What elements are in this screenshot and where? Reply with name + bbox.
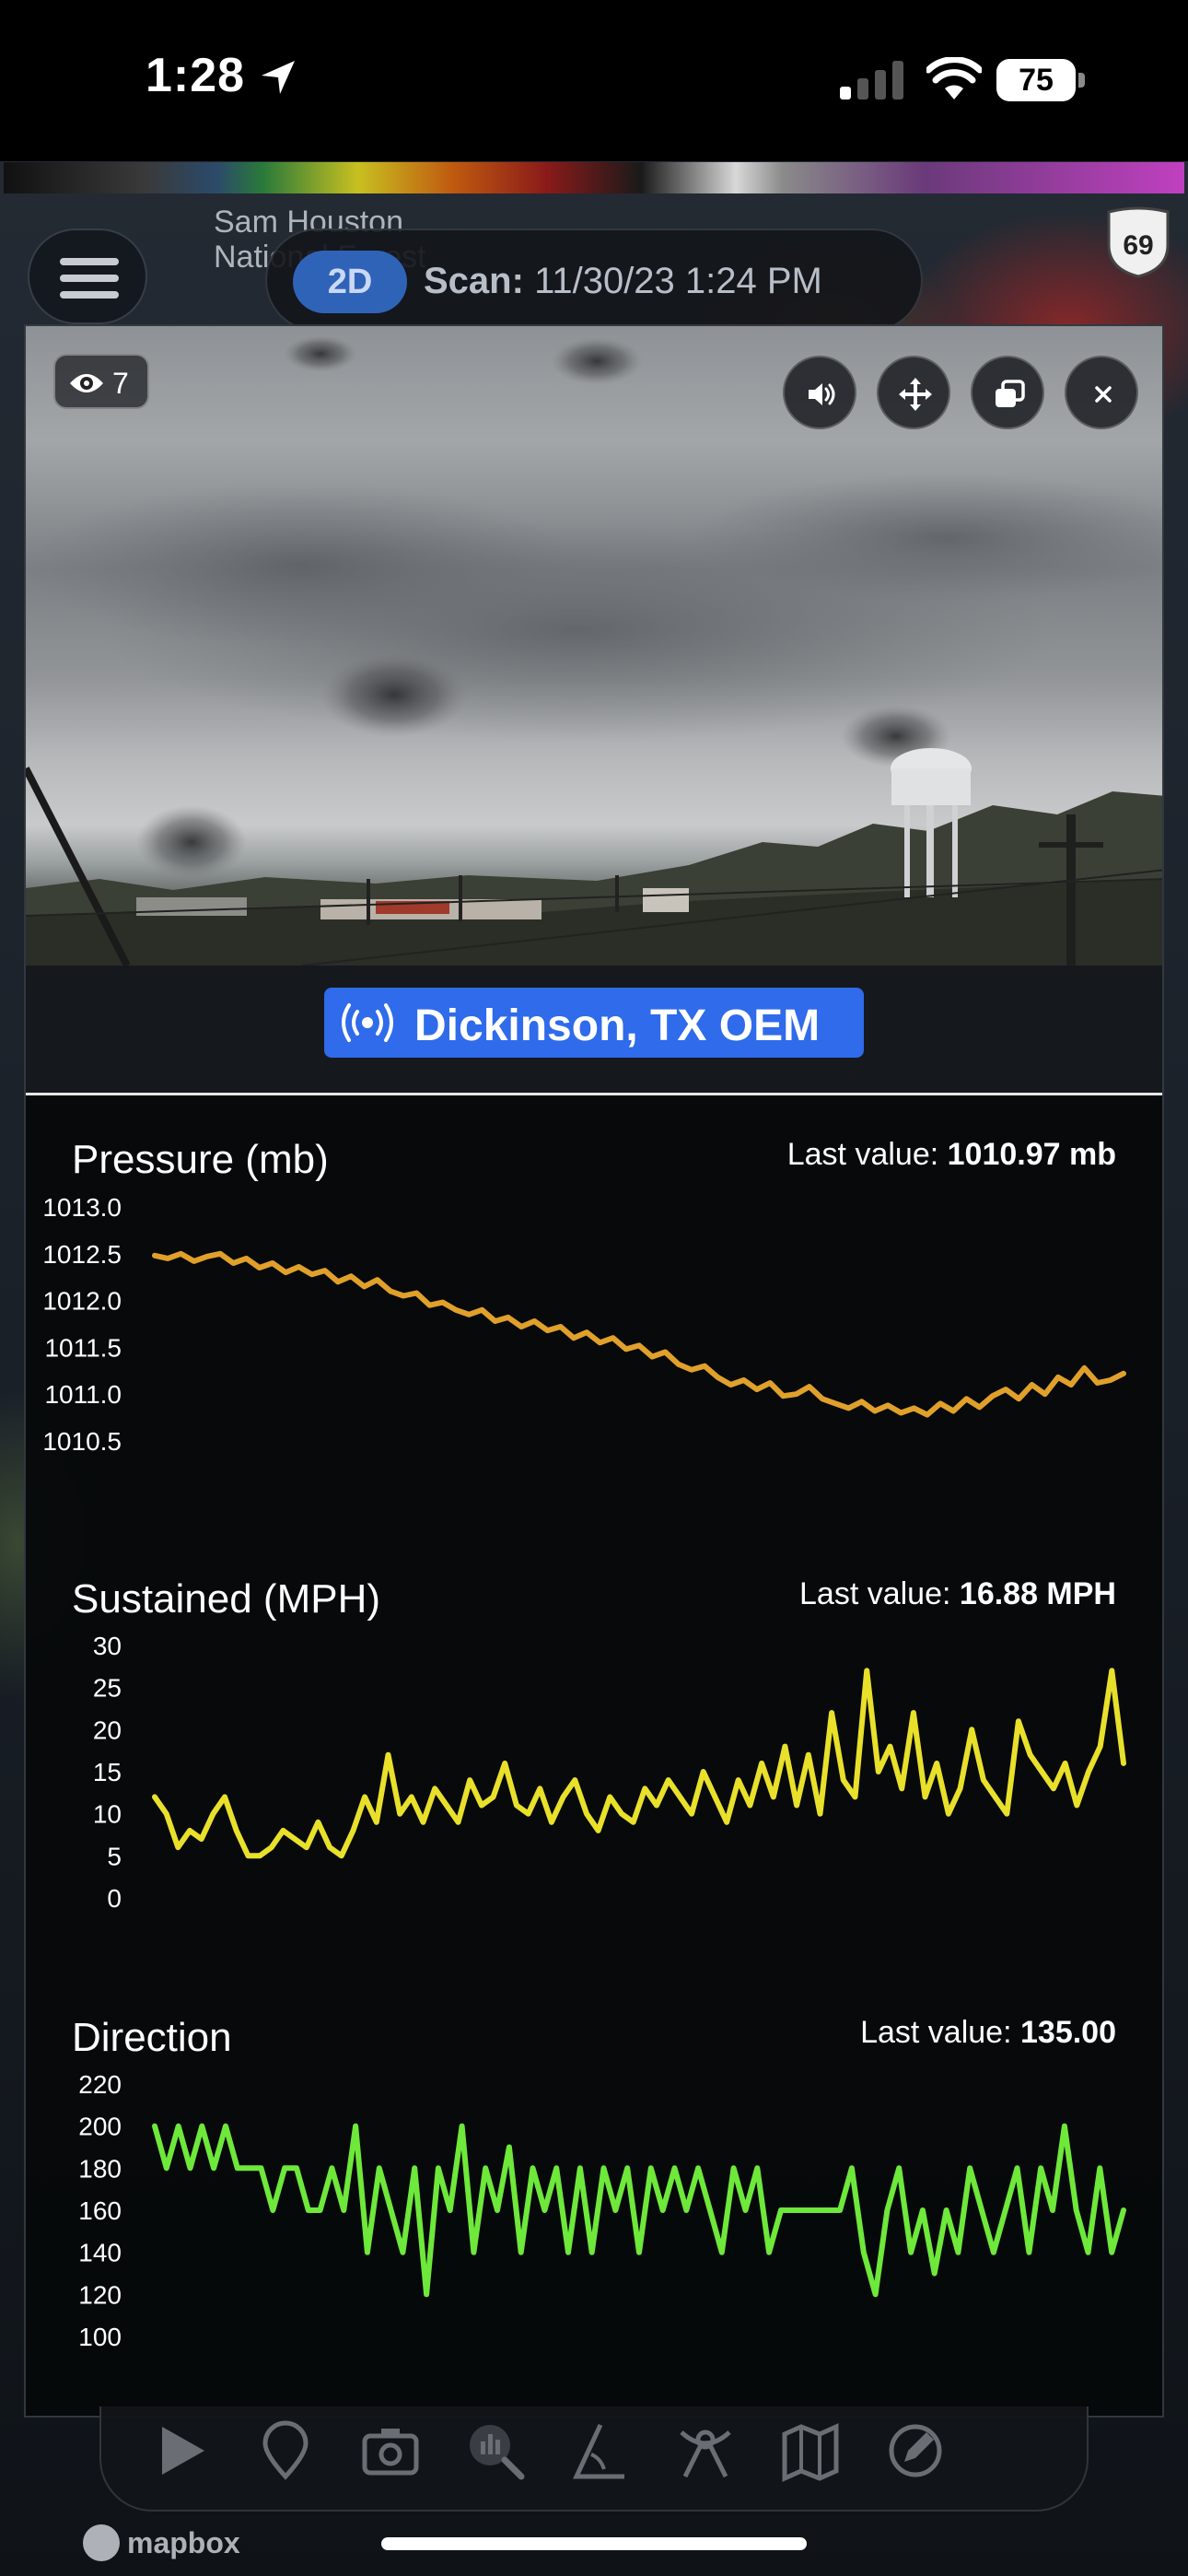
play-icon[interactable]	[147, 2418, 214, 2484]
edit-icon[interactable]	[882, 2418, 949, 2484]
close-icon	[1095, 386, 1112, 403]
y-tick-label: 180	[78, 2154, 122, 2183]
station-header: Dickinson, TX OEM	[26, 966, 1162, 1095]
pressure-last-number: 1010.97 mb	[947, 1137, 1116, 1172]
series-line	[152, 1668, 1126, 1859]
y-tick-label: 140	[78, 2239, 122, 2267]
battery-indicator: 75	[996, 59, 1085, 101]
y-tick-label: 1011.0	[44, 1380, 122, 1409]
location-pin-icon[interactable]	[252, 2418, 319, 2484]
y-tick-label: 10	[93, 1800, 122, 1829]
viewer-count: 7	[112, 367, 129, 400]
radar-color-legend	[4, 162, 1184, 193]
station-name: Dickinson, TX OEM	[414, 1001, 821, 1050]
sustained-wind-chart: 30 25 20 15 10 5 0	[93, 1632, 1126, 1913]
route-shield-icon: 69	[1107, 206, 1170, 278]
route-number: 69	[1123, 230, 1153, 261]
satellite-icon[interactable]	[672, 2418, 739, 2484]
pip-button[interactable]	[971, 356, 1044, 429]
status-time: 1:28	[146, 49, 246, 102]
scan-datetime: 11/30/23 1:24 PM	[534, 261, 822, 301]
y-tick-label: 1010.5	[42, 1427, 122, 1456]
y-tick-label: 25	[93, 1674, 122, 1703]
status-bar: 1:28 75	[0, 0, 1188, 161]
sustained-last-number: 16.88 MPH	[959, 1576, 1116, 1611]
y-tick-label: 200	[78, 2113, 122, 2141]
chart-search-icon[interactable]	[462, 2418, 529, 2484]
series-line	[152, 1250, 1126, 1418]
wind-direction-chart: 220 200 180 160 140 120 100	[78, 2070, 1126, 2351]
battery-tip	[1078, 73, 1085, 88]
cellular-signal-icon	[840, 61, 903, 100]
y-tick-label: 20	[93, 1715, 122, 1744]
y-tick-label: 0	[107, 1884, 122, 1913]
close-button[interactable]	[1065, 356, 1138, 429]
mapbox-logo[interactable]: mapbox	[83, 2524, 295, 2561]
map-icon[interactable]	[777, 2418, 844, 2484]
pressure-last-value: Last value: 1010.97 mb	[787, 1137, 1116, 1173]
viewer-count-badge: 7	[53, 354, 149, 409]
y-tick-label: 220	[78, 2070, 122, 2099]
sustained-last-label: Last value:	[799, 1576, 951, 1611]
station-popup: 7 Dickinson, TX OEM Pressure (mb) Last v…	[24, 324, 1164, 2418]
mapbox-icon	[83, 2524, 120, 2561]
mapbox-text: mapbox	[127, 2526, 240, 2559]
station-badge[interactable]: Dickinson, TX OEM	[324, 988, 864, 1058]
battery-level: 75	[996, 59, 1076, 101]
y-tick-label: 1012.5	[42, 1240, 122, 1269]
copy-window-icon	[996, 380, 1025, 407]
y-tick-label: 120	[78, 2280, 122, 2309]
move-button[interactable]	[877, 356, 950, 429]
y-tick-label: 160	[78, 2196, 122, 2225]
sustained-last-value: Last value: 16.88 MPH	[799, 1576, 1116, 1612]
direction-last-value: Last value: 135.00	[860, 2015, 1116, 2051]
broadcast-icon	[342, 1003, 393, 1042]
measure-icon[interactable]	[567, 2418, 634, 2484]
scan-time-pill[interactable]: 2D Scan: 11/30/23 1:24 PM	[265, 228, 923, 332]
pressure-last-label: Last value:	[786, 1137, 939, 1172]
y-tick-label: 15	[93, 1758, 122, 1786]
y-tick-label: 30	[93, 1632, 122, 1660]
menu-icon-bar	[60, 258, 119, 265]
series-line	[152, 2123, 1126, 2298]
sound-button[interactable]	[783, 356, 856, 429]
move-arrows-icon	[899, 378, 932, 411]
direction-chart-title: Direction	[72, 2015, 232, 2060]
home-indicator	[381, 2537, 807, 2550]
bottom-toolbar	[99, 2406, 1089, 2512]
sustained-chart-title: Sustained (MPH)	[72, 1576, 381, 1622]
scan-label: Scan:	[424, 261, 524, 301]
webcam-image: 7	[26, 326, 1162, 966]
pressure-chart-title: Pressure (mb)	[72, 1137, 329, 1182]
menu-icon-bar	[60, 275, 119, 282]
section-divider	[26, 1093, 1162, 1095]
wifi-icon	[926, 57, 982, 100]
y-tick-label: 100	[78, 2323, 122, 2351]
mode-2d-toggle[interactable]: 2D	[293, 251, 407, 313]
pressure-chart: 1013.0 1012.5 1012.0 1011.5 1011.0 1010.5	[42, 1193, 1126, 1456]
scan-info: Scan: 11/30/23 1:24 PM	[424, 261, 822, 302]
y-tick-label: 5	[107, 1842, 122, 1870]
direction-last-label: Last value:	[860, 2015, 1012, 2050]
speaker-icon	[809, 383, 835, 405]
eye-icon	[70, 374, 103, 392]
y-tick-label: 1013.0	[42, 1193, 122, 1222]
menu-icon-bar	[60, 291, 119, 299]
location-arrow-icon	[262, 61, 295, 94]
y-tick-label: 1011.5	[44, 1333, 122, 1362]
y-tick-label: 1012.0	[42, 1287, 122, 1316]
camera-icon[interactable]	[357, 2418, 424, 2484]
direction-last-number: 135.00	[1020, 2015, 1116, 2050]
menu-button[interactable]	[28, 228, 147, 324]
